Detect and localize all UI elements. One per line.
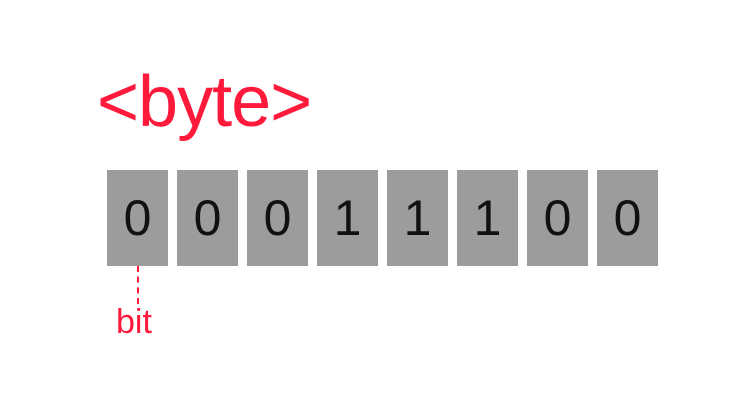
bit-connector-line: [137, 266, 139, 304]
bit-cell-4: 1: [387, 170, 448, 266]
bit-cell-1: 0: [177, 170, 238, 266]
bit-label: bit: [116, 303, 152, 341]
bit-cell-7: 0: [597, 170, 658, 266]
bit-cell-6: 0: [527, 170, 588, 266]
bit-cell-3: 1: [317, 170, 378, 266]
bit-cell-5: 1: [457, 170, 518, 266]
bit-cell-2: 0: [247, 170, 308, 266]
bit-cell-0: 0: [107, 170, 168, 266]
byte-title: <byte>: [97, 62, 312, 142]
